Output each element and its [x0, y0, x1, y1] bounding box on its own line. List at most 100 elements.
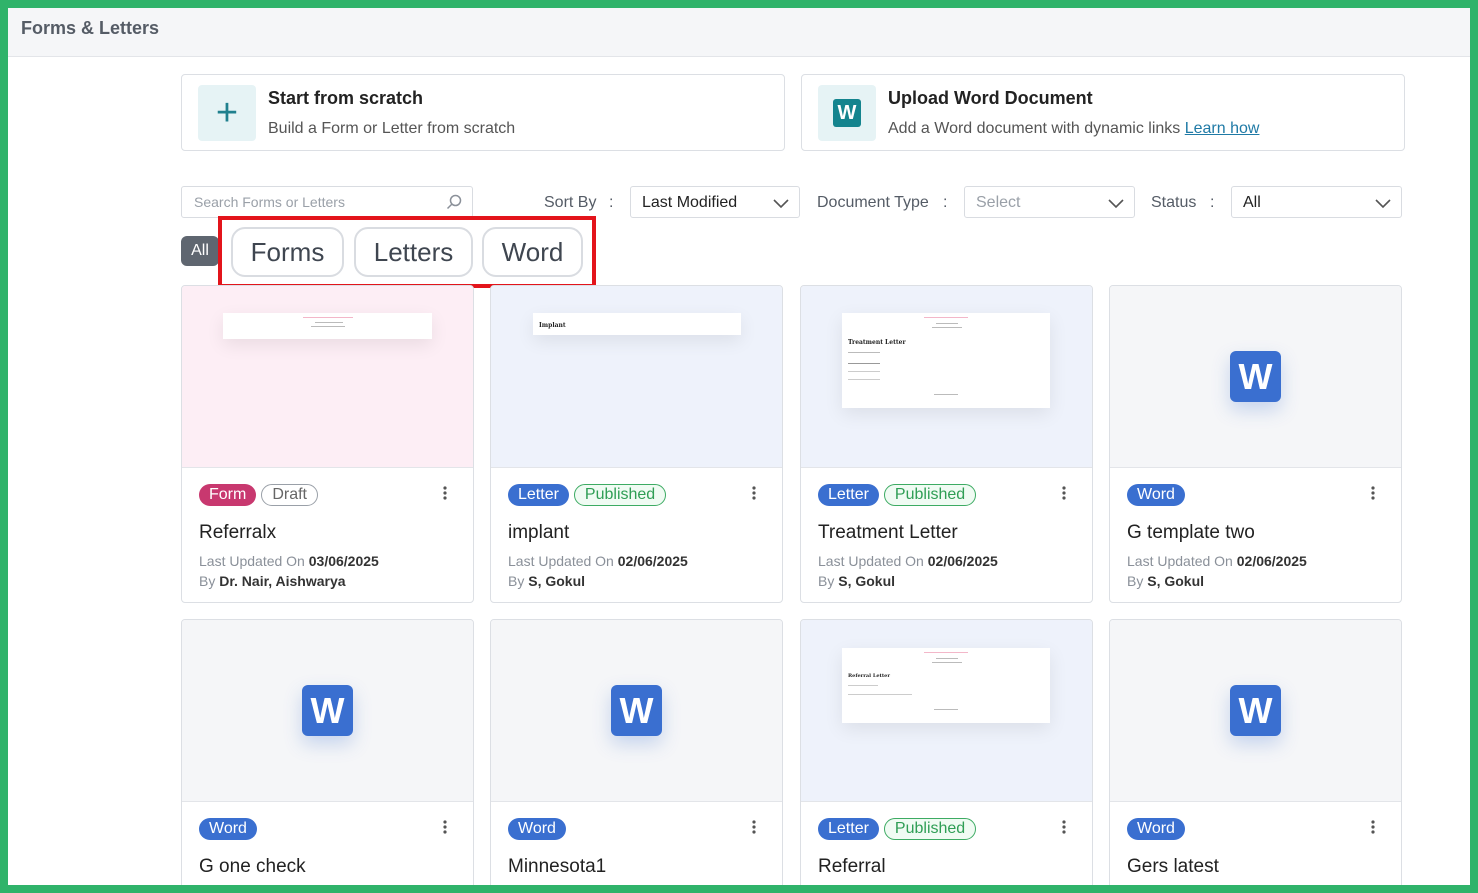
- start-card-title: Start from scratch: [268, 88, 424, 108]
- header-bar: Forms & Letters: [8, 8, 1470, 57]
- document-type-dropdown[interactable]: Select: [964, 186, 1135, 218]
- card-badges: Letter Published: [818, 484, 977, 506]
- card-name: Treatment Letter: [818, 522, 958, 543]
- card-name: Gers latest: [1127, 856, 1219, 877]
- upload-word-card[interactable]: W Upload Word Document Add a Word docume…: [801, 74, 1405, 151]
- document-card[interactable]: W Word G template two Last Updated On 02…: [1109, 285, 1402, 603]
- app-window: Forms & Letters + Start from scratch Bui…: [8, 8, 1470, 885]
- document-card[interactable]: Form Draft Referralx Last Updated On 03/…: [181, 285, 474, 603]
- card-badges: Word: [199, 818, 257, 840]
- status-badge: Published: [883, 484, 977, 506]
- search-icon[interactable]: [446, 194, 462, 215]
- card-thumbnail: W: [182, 620, 473, 802]
- card-author: By Dr. Nair, Aishwarya: [199, 573, 346, 589]
- type-badge: Letter: [818, 484, 879, 506]
- status-dropdown[interactable]: All: [1231, 186, 1402, 218]
- sort-colon: :: [609, 194, 614, 211]
- card-name: G template two: [1127, 522, 1255, 543]
- card-badges: Word: [1127, 818, 1185, 840]
- card-thumbnail: W: [1110, 620, 1401, 802]
- search-box: [181, 186, 473, 218]
- card-thumbnail: Referral Letter: [801, 620, 1092, 802]
- card-badges: Letter Published: [818, 818, 977, 840]
- document-card[interactable]: Referral Letter Letter Published Referra…: [800, 619, 1093, 885]
- plus-icon: +: [198, 85, 256, 141]
- more-options-icon[interactable]: [752, 486, 756, 505]
- card-name: G one check: [199, 856, 306, 877]
- card-thumbnail: [182, 286, 473, 468]
- more-options-icon[interactable]: [443, 820, 447, 839]
- sort-by-dropdown[interactable]: Last Modified: [630, 186, 800, 218]
- card-author: By S, Gokul: [1127, 573, 1205, 589]
- learn-how-link[interactable]: Learn how: [1185, 120, 1260, 137]
- status-badge: Draft: [261, 484, 318, 506]
- card-badges: Form Draft: [199, 484, 318, 506]
- sort-by-label: Sort By: [544, 194, 597, 211]
- document-preview: Referral Letter: [842, 648, 1050, 723]
- document-type-placeholder: Select: [976, 194, 1021, 211]
- status-label: Status: [1151, 194, 1197, 211]
- card-updated: Last Updated On 02/06/2025: [818, 553, 998, 569]
- document-card[interactable]: W Word Gers latest: [1109, 619, 1402, 885]
- type-badge: Letter: [818, 818, 879, 840]
- document-card[interactable]: Implant Letter Published implant Last Up…: [490, 285, 783, 603]
- doctype-colon: :: [943, 194, 948, 211]
- type-badge: Word: [1127, 484, 1185, 506]
- highlight-box: [218, 216, 596, 288]
- more-options-icon[interactable]: [443, 486, 447, 505]
- more-options-icon[interactable]: [1062, 820, 1066, 839]
- document-type-label: Document Type: [817, 194, 929, 211]
- chevron-down-icon: [773, 196, 789, 214]
- more-options-icon[interactable]: [752, 820, 756, 839]
- status-colon: :: [1210, 194, 1215, 211]
- more-options-icon[interactable]: [1371, 486, 1375, 505]
- document-card[interactable]: W Word Minnesota1: [490, 619, 783, 885]
- document-preview: [223, 313, 432, 339]
- start-from-scratch-card[interactable]: + Start from scratch Build a Form or Let…: [181, 74, 785, 151]
- search-input[interactable]: [192, 193, 436, 211]
- upload-card-subtitle: Add a Word document with dynamic links L…: [888, 120, 1260, 137]
- document-card[interactable]: Treatment Letter Letter Published Treatm…: [800, 285, 1093, 603]
- card-badges: Letter Published: [508, 484, 667, 506]
- type-badge: Word: [199, 818, 257, 840]
- status-badge: Published: [883, 818, 977, 840]
- status-value: All: [1243, 194, 1261, 211]
- word-icon: W: [1230, 351, 1281, 402]
- document-card[interactable]: W Word G one check: [181, 619, 474, 885]
- sort-by-value: Last Modified: [642, 194, 738, 211]
- card-thumbnail: Implant: [491, 286, 782, 468]
- card-author: By S, Gokul: [508, 573, 586, 589]
- chevron-down-icon: [1108, 196, 1124, 214]
- word-icon: W: [1230, 685, 1281, 736]
- card-thumbnail: W: [1110, 286, 1401, 468]
- word-icon: W: [818, 85, 876, 141]
- tab-all[interactable]: All: [181, 236, 219, 266]
- start-card-subtitle: Build a Form or Letter from scratch: [268, 120, 516, 137]
- type-badge: Letter: [508, 484, 569, 506]
- card-name: Referral: [818, 856, 886, 877]
- card-thumbnail: Treatment Letter: [801, 286, 1092, 468]
- card-updated: Last Updated On 03/06/2025: [199, 553, 379, 569]
- upload-card-title: Upload Word Document: [888, 88, 1093, 108]
- card-badges: Word: [1127, 484, 1185, 506]
- type-badge: Word: [508, 818, 566, 840]
- type-badge: Form: [199, 484, 257, 506]
- card-author: By S, Gokul: [818, 573, 896, 589]
- page-title: Forms & Letters: [21, 18, 160, 38]
- more-options-icon[interactable]: [1062, 486, 1066, 505]
- card-updated: Last Updated On 02/06/2025: [508, 553, 688, 569]
- document-preview: Implant: [533, 313, 741, 335]
- document-preview: Treatment Letter: [842, 313, 1050, 408]
- type-badge: Word: [1127, 818, 1185, 840]
- word-icon: W: [302, 685, 353, 736]
- status-badge: Published: [573, 484, 667, 506]
- chevron-down-icon: [1375, 196, 1391, 214]
- more-options-icon[interactable]: [1371, 820, 1375, 839]
- card-updated: Last Updated On 02/06/2025: [1127, 553, 1307, 569]
- card-name: implant: [508, 522, 570, 543]
- card-badges: Word: [508, 818, 566, 840]
- card-name: Minnesota1: [508, 856, 607, 877]
- card-thumbnail: W: [491, 620, 782, 802]
- word-icon: W: [611, 685, 662, 736]
- card-name: Referralx: [199, 522, 277, 543]
